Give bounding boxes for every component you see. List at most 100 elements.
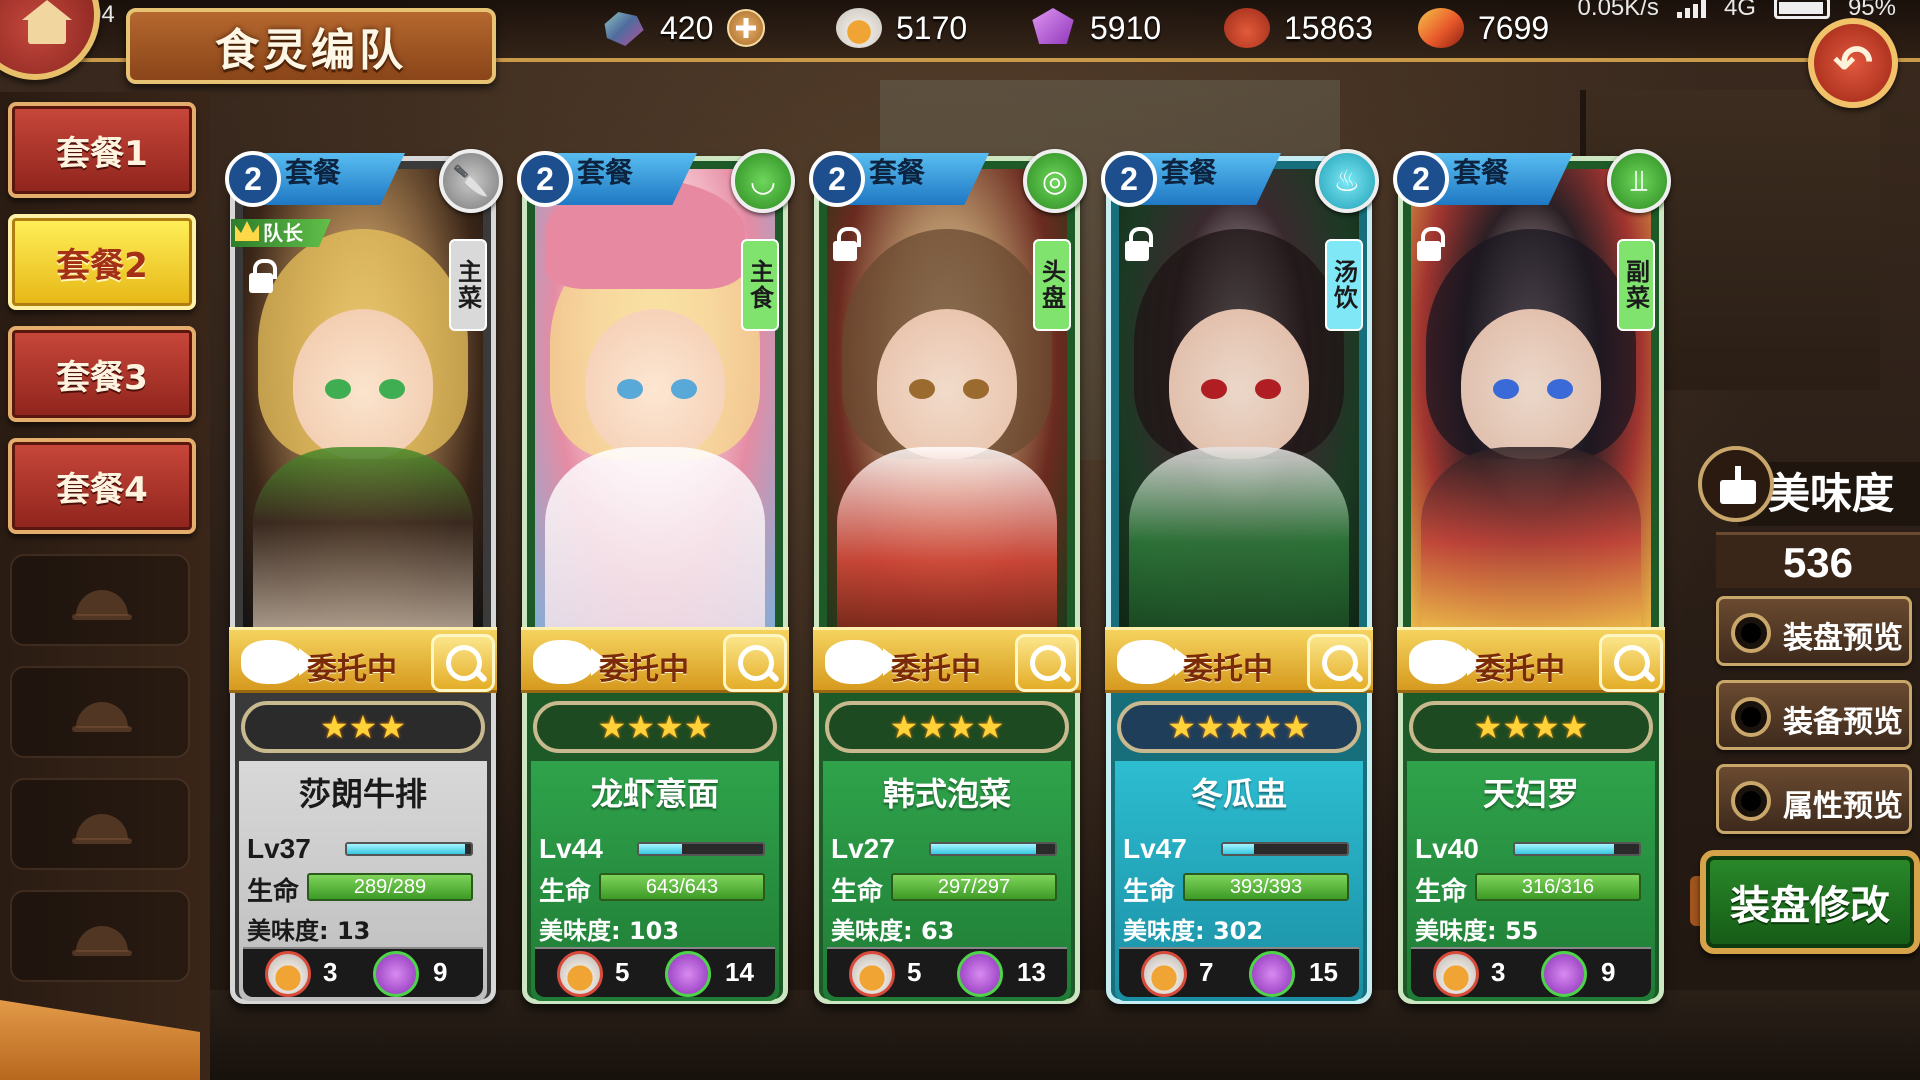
crystal-cost: 14 <box>725 957 754 987</box>
card-header-label: 套餐 <box>577 156 634 189</box>
dish-type-tag: 头盘 <box>1033 239 1071 331</box>
hp-label: 生命 <box>831 877 884 907</box>
gem-icon <box>604 12 644 46</box>
cloche-icon <box>72 578 132 624</box>
hp-row: 生命 316/316 <box>1415 871 1647 907</box>
commission-status: 委托中 <box>307 652 397 687</box>
portrait-body <box>837 447 1057 637</box>
set-level-badge: 2 <box>517 151 573 207</box>
taste-stat: 美味度: 55 <box>1415 917 1539 945</box>
hp-row: 生命 643/643 <box>539 871 771 907</box>
set-3-label: 套餐3 <box>56 357 148 398</box>
dish-type-tag: 主菜 <box>449 239 487 331</box>
character-card[interactable]: 套餐 2 ◎ 头盘 委托中 ★★★★ 韩式泡菜 Lv27 生命 297/297 … <box>809 149 1087 1004</box>
stars-display: ★★★★ <box>889 708 1005 746</box>
hp-bar: 289/289 <box>307 873 473 901</box>
plating-preview-label: 装盘预览 <box>1783 621 1903 656</box>
magnify-button[interactable] <box>1307 634 1371 692</box>
level-row: Lv40 <box>1415 833 1647 864</box>
level-label: Lv40 <box>1415 833 1479 864</box>
page-title-plate: 食灵编队 <box>126 8 496 84</box>
hp-row: 生命 289/289 <box>247 871 479 907</box>
portrait-eye <box>379 379 405 399</box>
hp-label: 生命 <box>1415 877 1468 907</box>
fish-icon <box>1117 640 1193 684</box>
character-name: 莎朗牛排 <box>298 775 427 813</box>
captain-label: 队长 <box>263 221 303 245</box>
taste-stat: 美味度: 63 <box>831 917 955 945</box>
add-gems-button[interactable] <box>727 9 766 47</box>
attribute-preview-label: 属性预览 <box>1783 789 1903 824</box>
magnify-button[interactable] <box>723 634 787 692</box>
stars-display: ★★★★ <box>1473 708 1589 746</box>
currency-gems: 420 <box>600 8 766 48</box>
currency-oil: 5170 <box>836 8 967 48</box>
back-button[interactable]: ↶ <box>1808 18 1898 108</box>
empty-set-slot[interactable] <box>10 890 190 982</box>
taste-stat: 美味度: 103 <box>539 917 680 945</box>
level-label: Lv37 <box>247 833 311 864</box>
star-rating: ★★★★ <box>825 701 1069 753</box>
back-arrow-icon: ↶ <box>1832 35 1874 91</box>
empty-set-slot[interactable] <box>10 666 190 758</box>
lock-icon <box>1417 227 1445 261</box>
stamina-icon <box>1418 8 1464 48</box>
character-info: 韩式泡菜 Lv27 生命 297/297 美味度: 63 5 13 <box>823 761 1071 1001</box>
portrait-eye <box>671 379 697 399</box>
level-row: Lv37 <box>247 833 479 864</box>
currency-crystal: 5910 <box>1030 8 1161 48</box>
currency-stamina: 7699 <box>1418 8 1549 48</box>
xp-bar <box>1513 842 1641 856</box>
network-type: 4G <box>1723 0 1756 21</box>
character-name: 天妇罗 <box>1482 775 1579 813</box>
cloche-icon <box>72 802 132 848</box>
portrait-eye <box>909 379 935 399</box>
equipment-preview-toggle[interactable]: 装备预览 <box>1716 680 1912 750</box>
character-card[interactable]: 套餐 2 🔪 主菜 队长 委托中 ★★★ 莎朗牛排 Lv37 生命 289/28… <box>225 149 503 1004</box>
plating-preview-toggle[interactable]: 装盘预览 <box>1716 596 1912 666</box>
set-2-label: 套餐2 <box>56 245 148 286</box>
stars-display: ★★★ <box>319 708 407 746</box>
page-title: 食灵编队 <box>215 25 407 76</box>
xp-fill <box>1223 844 1254 854</box>
character-name: 韩式泡菜 <box>882 775 1011 813</box>
oil-icon <box>836 8 882 48</box>
character-name: 龙虾意面 <box>590 775 719 813</box>
character-info: 莎朗牛排 Lv37 生命 289/289 美味度: 13 3 9 <box>239 761 487 1001</box>
portrait-eye <box>1255 379 1281 399</box>
taste-stat: 美味度: 302 <box>1123 917 1264 945</box>
empty-set-slot[interactable] <box>10 554 190 646</box>
portrait-eye <box>617 379 643 399</box>
character-card[interactable]: 套餐 2 ♨ 汤饮 委托中 ★★★★★ 冬瓜盅 Lv47 生命 393/393 … <box>1101 149 1379 1004</box>
commission-strip: 委托中 <box>813 627 1081 693</box>
hp-bar: 297/297 <box>891 873 1057 901</box>
set-2-button[interactable]: 套餐2 <box>8 214 196 310</box>
home-icon <box>22 0 72 44</box>
radio-icon <box>1731 613 1771 653</box>
modify-plating-button[interactable]: 装盘修改 <box>1700 850 1920 954</box>
xp-fill <box>1515 844 1615 854</box>
oil-cost: 5 <box>907 957 922 987</box>
fish-icon <box>825 640 901 684</box>
attribute-preview-toggle[interactable]: 属性预览 <box>1716 764 1912 834</box>
portrait-body <box>253 447 473 637</box>
lock-icon <box>833 227 861 261</box>
set-4-button[interactable]: 套餐4 <box>8 438 196 534</box>
magnify-button[interactable] <box>1015 634 1079 692</box>
cost-row: 3 9 <box>243 947 483 997</box>
set-1-button[interactable]: 套餐1 <box>8 102 196 198</box>
network-speed: 0.05K/s <box>1577 0 1659 21</box>
magnify-button[interactable] <box>431 634 495 692</box>
bowl-icon <box>1224 8 1270 48</box>
empty-set-slot[interactable] <box>10 778 190 870</box>
character-portrait <box>1411 169 1651 637</box>
set-3-button[interactable]: 套餐3 <box>8 326 196 422</box>
character-card[interactable]: 套餐 2 ◡ 主食 委托中 ★★★★ 龙虾意面 Lv44 生命 643/643 … <box>517 149 795 1004</box>
cost-row: 3 9 <box>1411 947 1651 997</box>
crystal-value: 5910 <box>1090 9 1162 46</box>
character-card[interactable]: 套餐 2 ⫫ 副菜 委托中 ★★★★ 天妇罗 Lv40 生命 316/316 美… <box>1393 149 1671 1004</box>
magnify-button[interactable] <box>1599 634 1663 692</box>
xp-bar <box>929 842 1057 856</box>
cake-icon <box>1698 446 1774 522</box>
fish-icon <box>1409 640 1485 684</box>
